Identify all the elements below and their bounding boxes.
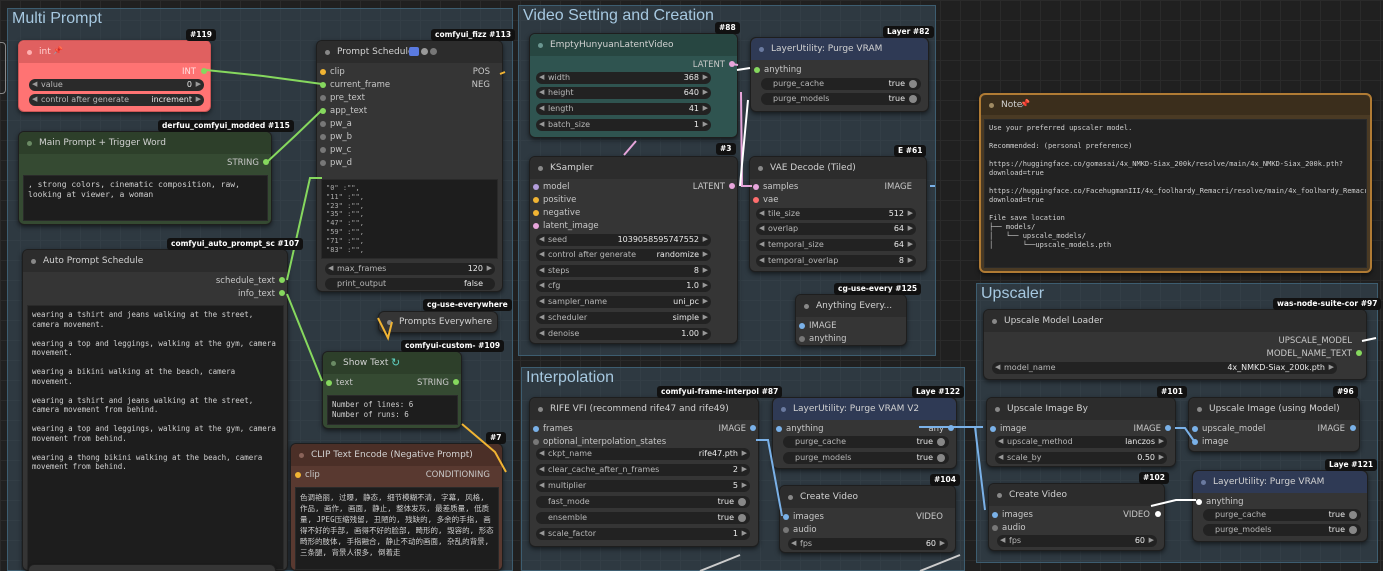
- wire-anything-82: [736, 67, 751, 71]
- wire-int-to-current-frame: [205, 69, 323, 85]
- wire-bottom-2: [919, 554, 961, 571]
- node-id-badge: #3: [716, 143, 736, 155]
- node-id-badge: derfuu_comfyui_modded #115: [158, 120, 294, 132]
- wire-main-to-app-text: [266, 109, 323, 163]
- node-id-badge: #102: [1139, 472, 1169, 484]
- wire-schedule-to-text: [286, 177, 322, 281]
- node-id-badge: Laye #122: [912, 386, 965, 398]
- node-id-badge: #119: [186, 29, 216, 41]
- node-id-badge: #7: [486, 432, 506, 444]
- wire-prompts-everywhere: [377, 317, 393, 341]
- node-id-badge: #88: [715, 22, 740, 34]
- node-id-badge: E #61: [894, 145, 927, 157]
- node-id-badge: #101: [1157, 386, 1187, 398]
- wire-bottom-1: [699, 554, 741, 571]
- wire-info-to-show-text: [286, 293, 323, 382]
- wire-pos: [499, 71, 506, 75]
- node-id-badge: Layer #82: [883, 26, 934, 38]
- wire-layer: [205, 63, 1377, 571]
- node-id-badge: #96: [1333, 386, 1358, 398]
- node-id-badge: cg-use-everywhere: [423, 299, 512, 311]
- wire-latent-short: [731, 63, 739, 66]
- wire-upscale-image: [1175, 427, 1195, 442]
- node-id-badge: comfyui-custom- #109: [401, 340, 505, 352]
- node-id-badge: comfyui_auto_prompt_sc #107: [167, 238, 304, 250]
- node-id-badge: was-node-suite-cor #97: [1273, 298, 1382, 310]
- node-id-badge: #104: [930, 474, 960, 486]
- node-id-badge: comfyui_fizz #113: [431, 29, 516, 41]
- wire-video-to-purge: [1150, 499, 1196, 507]
- node-id-badge: comfyui-frame-interpol #87: [657, 386, 783, 398]
- node-id-badge: cg-use-every #125: [834, 283, 922, 295]
- wire-rife-to-video: [756, 439, 783, 517]
- wire-purge-to-createvideo: [958, 426, 986, 511]
- node-id-badge: Laye #121: [1325, 459, 1378, 471]
- wire-upscale-model: [1361, 337, 1377, 342]
- wire-latent: [623, 140, 637, 156]
